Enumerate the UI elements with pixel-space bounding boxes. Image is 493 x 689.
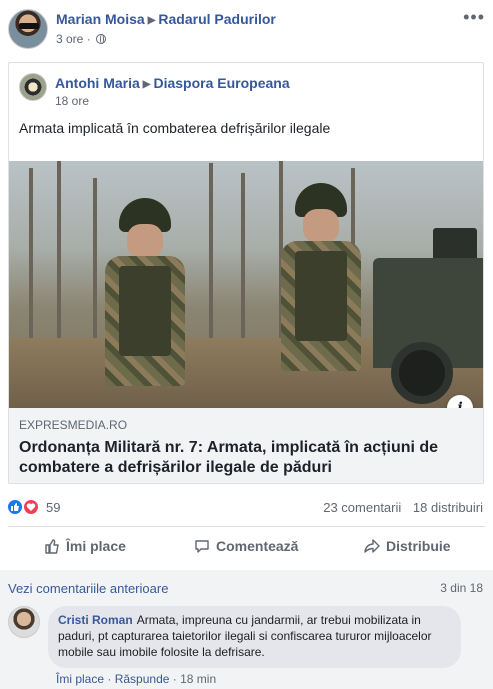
group-name[interactable]: Radarul Padurilor [158,11,275,27]
author-avatar[interactable] [8,9,48,49]
more-icon[interactable]: ••• [463,8,485,26]
post-stats: 59 23 comentarii 18 distribuiri [0,490,493,524]
shared-post[interactable]: Antohi Maria ▶ Diaspora Europeana 18 ore A… [8,62,484,484]
view-previous-comments-link[interactable]: Vezi comentariile anterioare [8,581,168,596]
comment-reply-link[interactable]: Răspunde [115,672,170,686]
comment-time[interactable]: 18 min [180,672,216,686]
shared-group-name[interactable]: Diaspora Europeana [153,75,289,91]
share-button-label: Distribuie [386,538,451,554]
globe-icon [96,34,107,44]
reactions-count[interactable]: 59 [46,500,60,515]
comment-author-avatar[interactable] [8,606,40,638]
shared-post-time[interactable]: 18 ore [55,94,89,108]
shared-header-line: Antohi Maria ▶ Diaspora Europeana [55,75,290,91]
thumbs-up-icon [45,539,59,554]
shared-author-name[interactable]: Antohi Maria [55,75,140,91]
like-button-label: Îmi place [66,538,126,554]
arrow-right-icon: ▶ [147,15,156,26]
post-meta: 3 ore · [56,32,107,46]
comment-button[interactable]: Comentează [194,538,298,554]
like-button[interactable]: Îmi place [44,538,126,554]
comment-actions: Îmi place · Răspunde · 18 min [56,672,217,686]
shared-post-text: Armata implicată în combaterea defrișări… [19,120,331,136]
post-time[interactable]: 3 ore [56,32,83,46]
author-name[interactable]: Marian Moisa [56,11,145,27]
shared-author-avatar[interactable] [19,73,47,101]
comments-page-count: 3 din 18 [440,581,483,595]
link-title[interactable]: Ordonanța Militară nr. 7: Armata, implic… [19,438,473,478]
link-source: EXPRESMEDIA.RO [19,418,128,432]
comment-icon [195,540,209,553]
comments-section: Vezi comentariile anterioare 3 din 18 Cr… [0,570,493,689]
post-header: Marian Moisa ▶ Radarul Padurilor 3 ore · •… [0,0,493,58]
love-reaction-icon[interactable] [22,498,40,516]
comment-author-name[interactable]: Cristi Roman [58,613,133,627]
post-header-line: Marian Moisa ▶ Radarul Padurilor [56,11,276,27]
comments-count[interactable]: 23 comentarii [323,500,401,515]
shares-count[interactable]: 18 distribuiri [413,500,483,515]
comment-like-link[interactable]: Îmi place [56,672,104,686]
link-preview-image[interactable] [9,161,483,408]
share-icon [364,539,380,553]
comment-bubble: Cristi Roman Armata, impreuna cu jandarmi… [48,606,461,668]
arrow-right-icon: ▶ [142,79,151,90]
divider [8,526,485,527]
link-preview-caption[interactable]: EXPRESMEDIA.RO Ordonanța Militară nr. 7:… [9,408,483,483]
post-actions: Îmi place Comentează Distribuie [0,528,493,566]
share-button[interactable]: Distribuie [364,538,451,554]
comment-button-label: Comentează [216,538,299,554]
